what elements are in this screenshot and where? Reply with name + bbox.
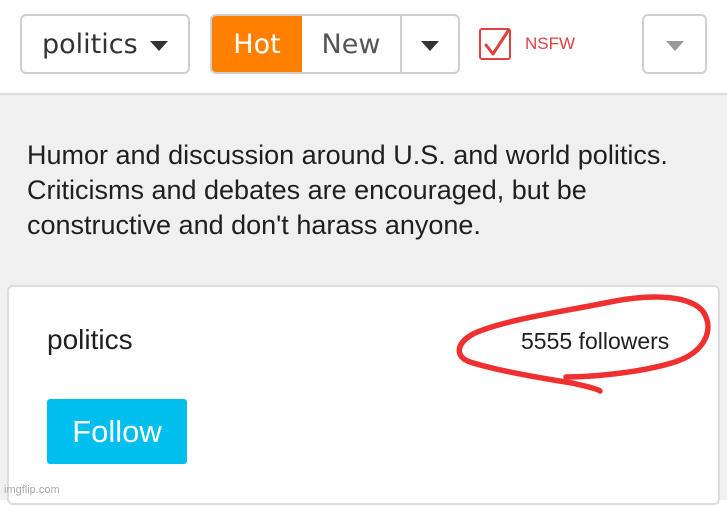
- stream-content: Humor and discussion around U.S. and wor…: [0, 95, 727, 505]
- checkmark-icon: [484, 29, 510, 56]
- nsfw-checkbox[interactable]: [479, 28, 511, 60]
- sort-more-button[interactable]: [402, 16, 458, 72]
- stream-name: politics: [47, 324, 133, 355]
- watermark: imgflip.com: [4, 484, 60, 496]
- nsfw-label: NSFW: [525, 34, 576, 53]
- stream-card: politics 5555 followers Follow: [7, 285, 720, 505]
- follow-button[interactable]: Follow: [47, 399, 187, 464]
- options-dropdown-button[interactable]: [642, 14, 707, 74]
- stream-description: Humor and discussion around U.S. and wor…: [27, 140, 668, 240]
- sort-new-button[interactable]: New: [302, 16, 402, 72]
- category-label: politics: [42, 28, 138, 60]
- category-dropdown[interactable]: politics: [20, 14, 190, 74]
- toolbar: politics Hot New NSFW: [0, 0, 727, 95]
- nsfw-toggle[interactable]: NSFW: [479, 26, 575, 62]
- sort-hot-button[interactable]: Hot: [212, 16, 302, 72]
- follower-count: 5555 followers: [521, 328, 670, 354]
- chevron-down-icon: [149, 41, 168, 51]
- chevron-down-icon: [421, 41, 439, 51]
- sort-group: Hot New: [210, 14, 460, 74]
- chevron-down-icon: [665, 41, 684, 51]
